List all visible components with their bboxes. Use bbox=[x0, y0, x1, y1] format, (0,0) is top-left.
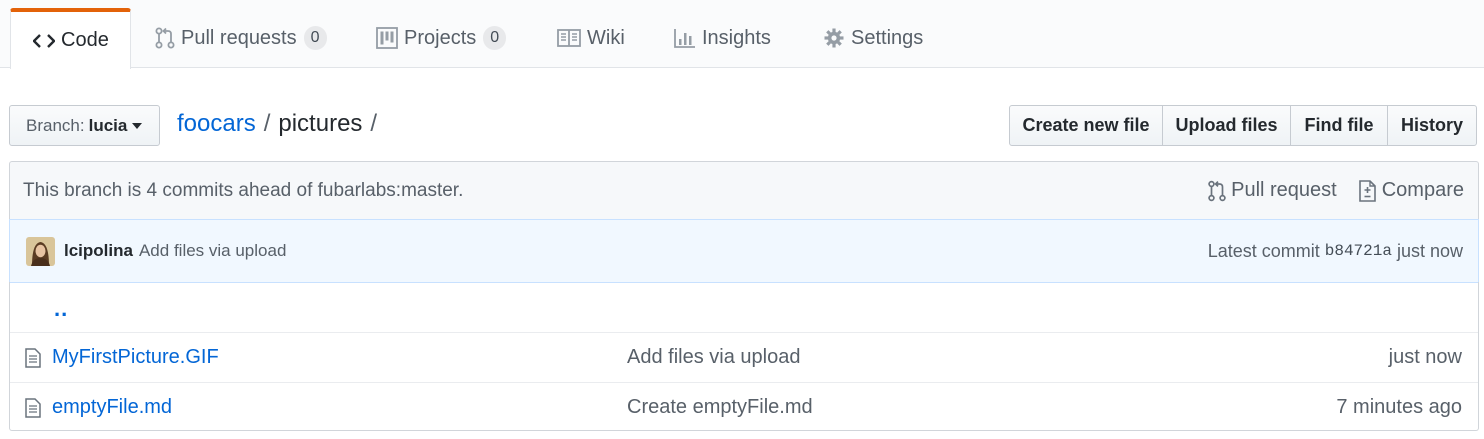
branch-name: lucia bbox=[88, 115, 128, 135]
breadcrumb-trailing-separator: / bbox=[370, 110, 378, 137]
find-file-button[interactable]: Find file bbox=[1290, 105, 1388, 146]
breadcrumb: foocars / pictures / bbox=[177, 110, 385, 138]
repo-tab-nav: Code Pull requests 0 Projects 0 Wiki Ins… bbox=[0, 0, 1484, 69]
projects-count: 0 bbox=[483, 26, 507, 50]
tab-projects-label: Projects bbox=[404, 26, 477, 49]
breadcrumb-current-dir: pictures bbox=[278, 110, 363, 137]
caret-down-icon bbox=[132, 122, 143, 129]
tab-projects[interactable]: Projects 0 bbox=[376, 8, 507, 68]
pull-requests-count: 0 bbox=[303, 26, 327, 50]
breadcrumb-separator: / bbox=[263, 110, 271, 137]
compare-label: Compare bbox=[1381, 179, 1464, 201]
create-new-file-button[interactable]: Create new file bbox=[1009, 105, 1163, 146]
table-row: MyFirstPicture.GIF Add files via upload … bbox=[10, 332, 1478, 382]
file-commit-message-link[interactable]: Add files via upload bbox=[627, 346, 800, 369]
pull-request-label: Pull request bbox=[1231, 179, 1337, 201]
history-button[interactable]: History bbox=[1387, 105, 1477, 146]
git-pull-request-icon bbox=[1208, 180, 1226, 202]
diff-icon bbox=[1357, 179, 1377, 203]
tab-wiki-label: Wiki bbox=[587, 26, 625, 49]
branch-status-bar: This branch is 4 commits ahead of fubarl… bbox=[9, 161, 1479, 220]
compare-link[interactable]: Compare bbox=[1357, 179, 1464, 203]
breadcrumb-repo-link[interactable]: foocars bbox=[177, 110, 256, 138]
file-age: just now bbox=[1388, 346, 1462, 368]
file-table: .. MyFirstPicture.GIF Add files via uplo… bbox=[9, 282, 1479, 431]
branch-status-text: This branch is 4 commits ahead of fubarl… bbox=[23, 179, 464, 201]
file-name-link[interactable]: MyFirstPicture.GIF bbox=[52, 346, 219, 369]
tab-settings[interactable]: Settings bbox=[823, 8, 923, 68]
tab-code[interactable]: Code bbox=[10, 8, 131, 69]
avatar[interactable] bbox=[26, 236, 55, 266]
commit-message-link[interactable]: Add files via upload bbox=[139, 241, 286, 261]
project-icon bbox=[376, 27, 398, 49]
parent-directory-link[interactable]: .. bbox=[54, 296, 68, 322]
file-commit-message-link[interactable]: Create emptyFile.md bbox=[627, 396, 813, 419]
parent-directory-row[interactable]: .. bbox=[10, 282, 1478, 332]
book-icon bbox=[557, 29, 581, 47]
branch-select-button[interactable]: Branch: lucia bbox=[9, 105, 160, 146]
git-pull-request-icon bbox=[155, 27, 175, 49]
graph-icon bbox=[674, 28, 696, 48]
file-name-link[interactable]: emptyFile.md bbox=[52, 396, 172, 419]
tab-code-label: Code bbox=[61, 29, 109, 51]
latest-commit-bar: lcipolina Add files via upload Latest co… bbox=[9, 219, 1479, 283]
file-age: 7 minutes ago bbox=[1336, 396, 1462, 418]
commit-time: just now bbox=[1396, 240, 1463, 261]
file-actions: Create new file Upload files Find file H… bbox=[1009, 105, 1477, 146]
code-icon bbox=[33, 32, 55, 50]
tab-settings-label: Settings bbox=[851, 26, 924, 49]
table-row: emptyFile.md Create emptyFile.md 7 minut… bbox=[10, 382, 1478, 432]
tab-pull-requests-label: Pull requests bbox=[181, 26, 297, 49]
tab-pull-requests[interactable]: Pull requests 0 bbox=[155, 8, 327, 68]
branch-prefix: Branch: bbox=[26, 115, 85, 135]
tab-insights[interactable]: Insights bbox=[674, 8, 771, 68]
tab-wiki[interactable]: Wiki bbox=[557, 8, 625, 68]
pull-request-link[interactable]: Pull request bbox=[1208, 179, 1337, 202]
file-icon bbox=[25, 398, 41, 418]
commit-sha-link[interactable]: b84721a bbox=[1325, 242, 1392, 260]
commit-author-link[interactable]: lcipolina bbox=[64, 241, 133, 261]
latest-commit-label: Latest commit bbox=[1207, 240, 1320, 261]
file-icon bbox=[25, 348, 41, 368]
upload-files-button[interactable]: Upload files bbox=[1162, 105, 1291, 146]
tab-insights-label: Insights bbox=[702, 26, 771, 49]
gear-icon bbox=[823, 27, 845, 49]
